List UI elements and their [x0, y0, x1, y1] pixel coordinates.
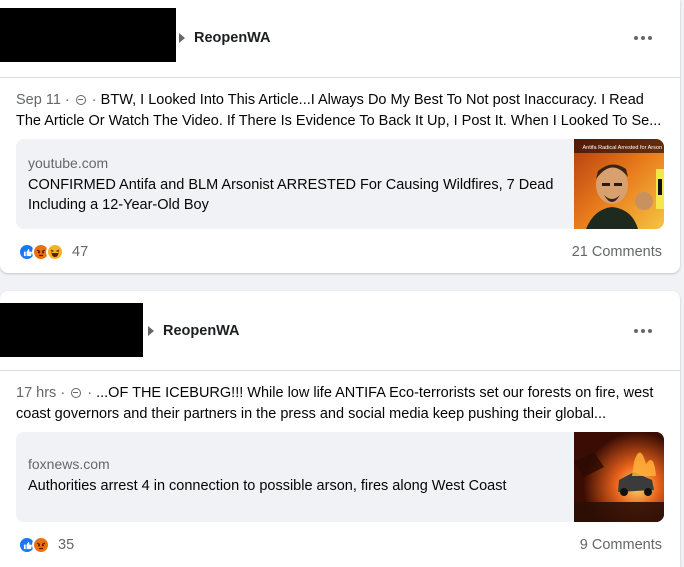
dot-icon — [648, 36, 652, 40]
dot-icon — [641, 329, 645, 333]
comments-count[interactable]: 21 Comments — [572, 244, 662, 260]
divider — [0, 370, 680, 371]
more-options-button[interactable] — [634, 329, 652, 333]
redacted-author — [0, 8, 176, 62]
post-card: ReopenWA 17 hrs · · ...OF THE ICEBURG!!!… — [0, 291, 680, 567]
angry-icon — [32, 536, 50, 554]
link-text: youtube.com CONFIRMED Antifa and BLM Ars… — [28, 155, 558, 215]
post-body: BTW, I Looked Into This Article...I Alwa… — [16, 92, 662, 129]
group-name[interactable]: ReopenWA — [163, 323, 240, 339]
dot-icon — [634, 36, 638, 40]
comments-count[interactable]: 9 Comments — [580, 537, 662, 553]
post-text: 17 hrs · · ...OF THE ICEBURG!!! While lo… — [16, 385, 654, 422]
link-domain: youtube.com — [28, 155, 109, 171]
thumb-caption: Antifa Radical Arrested for Arson — [583, 145, 662, 151]
caret-right-icon — [148, 326, 154, 336]
dot-icon — [634, 329, 638, 333]
dot-icon — [641, 36, 645, 40]
post-body: ...OF THE ICEBURG!!! While low life ANTI… — [16, 385, 654, 422]
link-headline: Authorities arrest 4 in connection to po… — [28, 478, 507, 494]
post-text: Sep 11 · · BTW, I Looked Into This Artic… — [16, 92, 662, 129]
post-timestamp[interactable]: 17 hrs — [16, 385, 56, 401]
link-preview[interactable]: foxnews.com Authorities arrest 4 in conn… — [16, 432, 664, 522]
reaction-count: 35 — [58, 537, 75, 553]
reaction-count: 47 — [72, 244, 89, 260]
reactions-summary[interactable]: 35 — [18, 536, 74, 554]
link-domain: foxnews.com — [28, 456, 110, 472]
group-name[interactable]: ReopenWA — [194, 30, 271, 46]
post-footer: 35 9 Comments — [18, 536, 662, 554]
link-headline: CONFIRMED Antifa and BLM Arsonist ARREST… — [28, 177, 554, 213]
dot-icon — [648, 329, 652, 333]
post-footer: 47 21 Comments — [18, 243, 662, 261]
haha-icon — [46, 243, 64, 261]
divider — [0, 77, 680, 78]
caret-right-icon — [179, 33, 185, 43]
group-link[interactable]: ReopenWA — [148, 323, 240, 339]
reactions-summary[interactable]: 47 — [18, 243, 88, 261]
post-card: ReopenWA Sep 11 · · BTW, I Looked Into T… — [0, 0, 680, 273]
link-thumbnail: Antifa Radical Arrested for Arson — [574, 139, 664, 229]
link-preview[interactable]: youtube.com CONFIRMED Antifa and BLM Ars… — [16, 139, 664, 229]
link-text: foxnews.com Authorities arrest 4 in conn… — [28, 456, 558, 496]
redacted-author — [0, 303, 143, 357]
post-timestamp[interactable]: Sep 11 — [16, 92, 61, 108]
link-thumbnail — [574, 432, 664, 522]
group-link[interactable]: ReopenWA — [179, 30, 271, 46]
globe-icon — [75, 95, 86, 105]
globe-icon — [71, 388, 82, 398]
more-options-button[interactable] — [634, 36, 652, 40]
